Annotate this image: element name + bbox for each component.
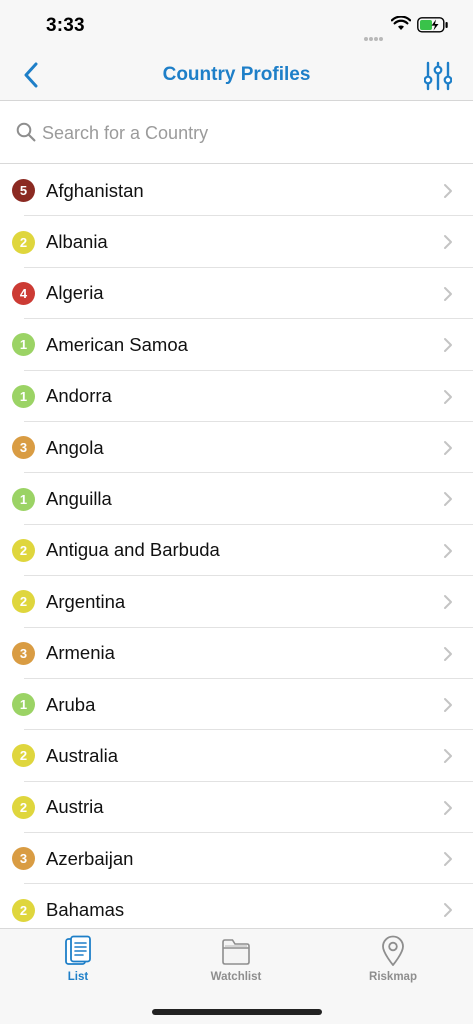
risk-level-badge: 2 <box>12 744 35 768</box>
risk-level-badge: 2 <box>12 538 35 562</box>
list-item[interactable]: 3 Angola <box>0 422 473 474</box>
list-item[interactable]: 2 Antigua and Barbuda <box>0 525 473 577</box>
country-name: Argentina <box>46 590 126 612</box>
status-bar: 3:33 <box>0 0 473 50</box>
tab-watchlist[interactable]: Watchlist <box>176 935 296 989</box>
list-item[interactable]: 3 Azerbaijan <box>0 833 473 885</box>
country-name: Armenia <box>46 642 115 664</box>
signal-icon <box>364 28 386 41</box>
country-name: Algeria <box>46 282 104 304</box>
navigation-bar: Country Profiles <box>0 50 473 101</box>
map-pin-icon <box>382 935 404 966</box>
risk-level-badge: 2 <box>12 590 35 614</box>
chevron-right-icon <box>444 389 452 404</box>
list-item[interactable]: 2 Bahamas <box>0 884 473 928</box>
tab-label-riskmap: Riskmap <box>369 971 417 983</box>
chevron-right-icon <box>444 800 452 815</box>
tab-list[interactable]: List <box>18 935 138 989</box>
chevron-right-icon <box>444 440 452 455</box>
country-name: Andorra <box>46 385 112 407</box>
country-name: Austria <box>46 796 104 818</box>
list-item[interactable]: 2 Albania <box>0 216 473 269</box>
risk-level-badge: 1 <box>12 487 35 511</box>
page-title: Country Profiles <box>162 64 311 85</box>
country-name: Angola <box>46 436 104 458</box>
chevron-right-icon <box>444 749 452 764</box>
tab-riskmap[interactable]: Riskmap <box>333 935 453 989</box>
list-item[interactable]: 1 Andorra <box>0 371 473 423</box>
tab-label-watchlist: Watchlist <box>210 971 262 983</box>
list-item[interactable]: 2 Australia <box>0 730 473 783</box>
chevron-right-icon <box>444 338 452 353</box>
country-name: American Samoa <box>46 333 188 355</box>
folder-icon <box>222 939 250 965</box>
list-item[interactable]: 3 Armenia <box>0 628 473 680</box>
search-input[interactable] <box>42 116 452 150</box>
chevron-right-icon <box>444 235 452 250</box>
chevron-right-icon <box>444 646 452 661</box>
list-document-icon <box>65 935 91 965</box>
country-name: Albania <box>46 231 108 253</box>
risk-level-badge: 1 <box>12 384 35 408</box>
country-name: Anguilla <box>46 488 112 510</box>
list-item[interactable]: 2 Austria <box>0 782 473 834</box>
list-item[interactable]: 1 Anguilla <box>0 473 473 526</box>
risk-level-badge: 3 <box>12 847 35 871</box>
chevron-right-icon <box>444 595 452 610</box>
battery-icon <box>417 17 449 38</box>
risk-level-badge: 2 <box>12 898 35 922</box>
country-name: Bahamas <box>46 899 125 921</box>
risk-level-badge: 1 <box>12 693 35 717</box>
tab-bar: List Watchlist Riskmap <box>0 928 473 1024</box>
risk-level-badge: 3 <box>12 641 35 665</box>
chevron-right-icon <box>444 852 452 867</box>
chevron-right-icon <box>444 286 452 301</box>
filter-button[interactable] <box>420 58 456 94</box>
search-icon <box>16 122 36 142</box>
list-item[interactable]: 2 Argentina <box>0 576 473 628</box>
search-bar <box>0 102 473 164</box>
risk-level-badge: 1 <box>12 333 35 357</box>
list-item[interactable]: 1 American Samoa <box>0 319 473 371</box>
risk-level-badge: 2 <box>12 795 35 819</box>
list-item[interactable]: 1 Aruba <box>0 679 473 731</box>
chevron-right-icon <box>444 903 452 918</box>
chevron-right-icon <box>444 543 452 558</box>
home-indicator <box>152 1009 322 1015</box>
country-list: 5 Afghanistan 2 Albania 4 Algeria 1 American Sa… <box>0 165 473 928</box>
risk-level-badge: 4 <box>12 281 35 305</box>
chevron-right-icon <box>444 492 452 507</box>
status-time: 3:33 <box>46 15 85 36</box>
risk-level-badge: 3 <box>12 436 35 460</box>
list-item[interactable]: 5 Afghanistan <box>0 165 473 217</box>
country-name: Australia <box>46 744 118 766</box>
risk-level-badge: 2 <box>12 230 35 254</box>
country-name: Aruba <box>46 693 96 715</box>
country-name: Azerbaijan <box>46 847 134 869</box>
country-name: Antigua and Barbuda <box>46 539 220 561</box>
risk-level-badge: 5 <box>12 179 35 203</box>
chevron-right-icon <box>444 697 452 712</box>
country-name: Afghanistan <box>46 179 144 201</box>
sliders-icon <box>424 61 452 91</box>
wifi-icon <box>390 15 412 36</box>
list-item[interactable]: 4 Algeria <box>0 268 473 320</box>
tab-label-list: List <box>67 971 89 983</box>
chevron-right-icon <box>444 184 452 198</box>
